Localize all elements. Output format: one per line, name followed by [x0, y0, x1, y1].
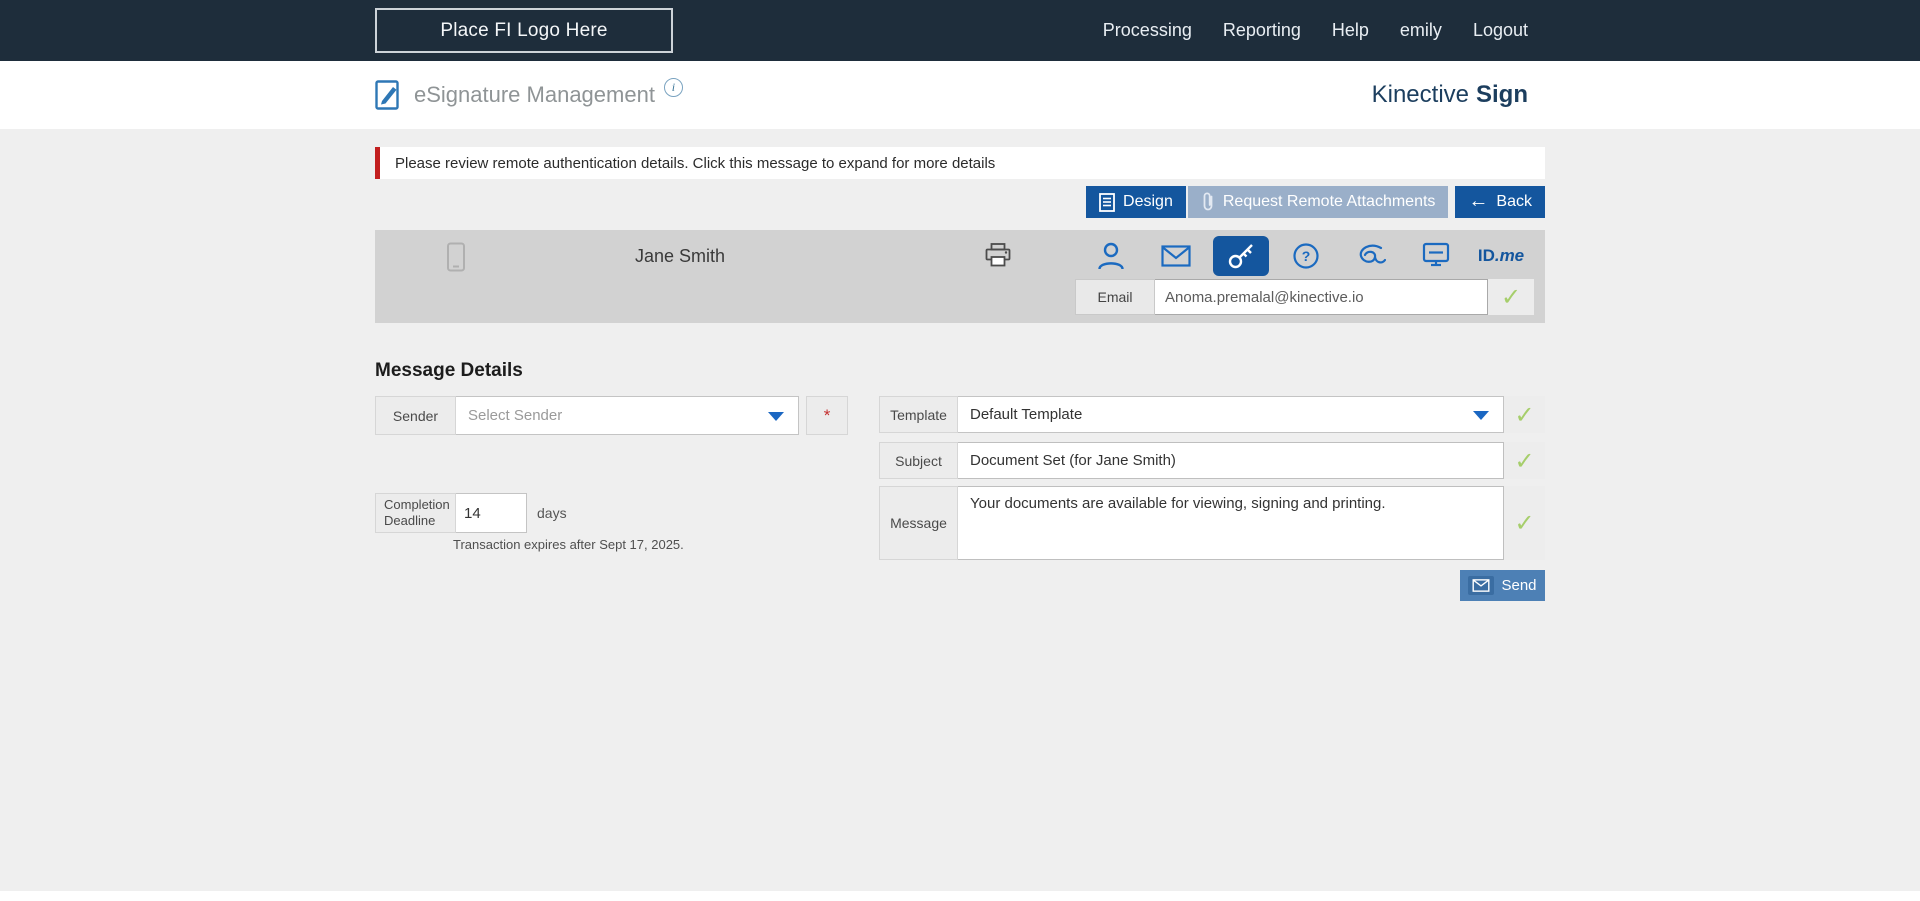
required-asterisk-icon: * [823, 405, 831, 425]
message-row: Message Your documents are available for… [879, 486, 1545, 560]
completion-deadline-row: Completion Deadline days [375, 493, 567, 533]
send-button[interactable]: Send [1460, 570, 1545, 601]
design-document-icon [1099, 192, 1115, 212]
idme-id-text: ID [1477, 246, 1495, 265]
auth-kiosk-icon[interactable] [1408, 236, 1464, 276]
email-valid-cell: ✓ [1488, 279, 1534, 315]
template-label: Template [879, 396, 958, 433]
back-button-label: Back [1496, 193, 1532, 210]
message-details-heading: Message Details [375, 360, 523, 381]
alert-text: Please review remote authentication deta… [395, 154, 996, 172]
auth-email-icon[interactable] [1148, 236, 1204, 276]
subject-valid-cell: ✓ [1504, 442, 1545, 479]
auth-user-icon[interactable] [1083, 236, 1139, 276]
recipient-panel: Jane Smith ? ID .me Email Anoma.premalal… [375, 230, 1545, 323]
auth-signature-icon[interactable] [1343, 236, 1399, 276]
main-content: Please review remote authentication deta… [0, 129, 1920, 891]
auth-kba-question-icon[interactable]: ? [1278, 236, 1334, 276]
sender-required-cell: * [806, 396, 848, 435]
sender-row: Sender Select Sender * [375, 396, 848, 435]
recipient-name: Jane Smith [634, 246, 726, 266]
nav-user[interactable]: emily [1400, 20, 1442, 41]
page-title: eSignature Management [414, 82, 655, 107]
message-valid-check-icon: ✓ [1514, 509, 1535, 537]
sender-dropdown[interactable]: Select Sender [456, 396, 799, 435]
brand-suffix: Sign [1476, 81, 1528, 108]
subject-valid-check-icon: ✓ [1514, 446, 1535, 475]
brand-name: Kinective [1371, 81, 1469, 108]
message-label: Message [879, 486, 958, 560]
message-textarea[interactable]: Your documents are available for viewing… [958, 486, 1504, 560]
request-button-label: Request Remote Attachments [1222, 193, 1436, 210]
sender-label: Sender [375, 396, 456, 435]
completion-deadline-label: Completion Deadline [375, 493, 456, 533]
nav-logout[interactable]: Logout [1473, 20, 1528, 41]
fi-logo-text: Place FI Logo Here [440, 19, 608, 41]
recipient-email-row: Email ✓ [1075, 279, 1534, 315]
template-row: Template Default Template ✓ [879, 396, 1545, 433]
auth-idme-logo[interactable]: ID .me [1473, 236, 1529, 276]
info-icon[interactable]: i [663, 77, 683, 97]
svg-text:?: ? [1302, 248, 1311, 264]
design-button-label: Design [1123, 193, 1173, 210]
auth-password-key-icon[interactable] [1213, 236, 1269, 276]
top-navigation: Processing Reporting Help emily Logout [1072, 20, 1545, 41]
design-button[interactable]: Design [1086, 186, 1186, 218]
template-value: Default Template [970, 406, 1083, 423]
template-valid-cell: ✓ [1504, 396, 1545, 433]
auth-method-row: ? ID .me [1083, 236, 1529, 276]
topbar: Place FI Logo Here Processing Reporting … [0, 0, 1920, 61]
email-label: Email [1075, 279, 1155, 315]
template-valid-check-icon: ✓ [1514, 400, 1535, 429]
message-valid-cell: ✓ [1504, 486, 1545, 560]
nav-help[interactable]: Help [1332, 20, 1369, 41]
chevron-down-icon [768, 411, 784, 421]
sender-placeholder: Select Sender [468, 407, 563, 424]
back-arrow-icon: ← [1468, 190, 1489, 212]
send-envelope-icon [1468, 576, 1495, 595]
fi-logo-placeholder: Place FI Logo Here [375, 8, 673, 53]
printer-icon[interactable] [985, 243, 1011, 272]
paperclip-icon [1201, 191, 1215, 213]
esignature-document-icon [375, 80, 402, 110]
brand-logo: Kinective Sign [1372, 81, 1545, 109]
send-button-label: Send [1501, 577, 1537, 594]
alert-banner[interactable]: Please review remote authentication deta… [375, 147, 1545, 179]
back-button[interactable]: ← Back [1455, 186, 1545, 218]
email-valid-check-icon: ✓ [1500, 283, 1522, 311]
completion-deadline-input[interactable] [456, 493, 527, 533]
page-header: eSignature Management i Kinective Sign [0, 61, 1920, 129]
chevron-down-icon [1473, 410, 1489, 420]
completion-deadline-unit: days [537, 505, 567, 521]
mobile-phone-icon [445, 242, 467, 277]
subject-row: Subject ✓ [879, 442, 1545, 479]
template-dropdown[interactable]: Default Template [958, 396, 1504, 433]
subject-input[interactable] [958, 442, 1504, 479]
idme-me-text: .me [1494, 246, 1525, 265]
email-input[interactable] [1155, 279, 1488, 315]
transaction-expiry-note: Transaction expires after Sept 17, 2025. [453, 537, 684, 552]
nav-reporting[interactable]: Reporting [1223, 20, 1301, 41]
subject-label: Subject [879, 442, 958, 479]
nav-processing[interactable]: Processing [1103, 20, 1192, 41]
request-remote-attachments-button[interactable]: Request Remote Attachments [1187, 186, 1449, 218]
toolbar: Design Request Remote Attachments ← Back [375, 186, 1545, 218]
message-details-section: Sender Select Sender * Completion Deadli… [375, 396, 1545, 611]
